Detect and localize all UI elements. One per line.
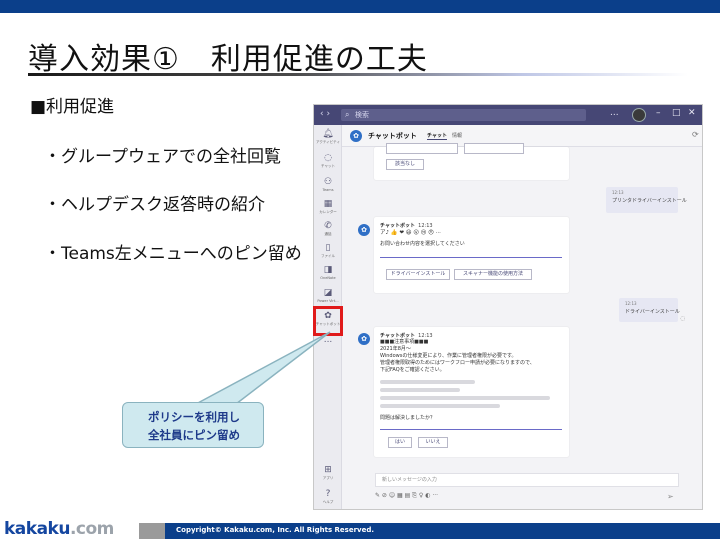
blurred-link — [380, 388, 460, 392]
reaction-bar[interactable]: ア♪ 👍 ❤ 😆 😮 😢 😠 ··· — [380, 230, 441, 237]
seen-icon: ◌ — [680, 315, 686, 322]
blurred-link — [380, 396, 550, 400]
resolution-question: 問題は解決しましたか？ — [380, 415, 436, 421]
bell-icon: 🔔︎ — [322, 129, 334, 139]
yes-button[interactable]: はい — [388, 437, 412, 448]
callout-line-1: ポリシーを利用し — [148, 410, 240, 424]
copyright-text: Copyright© Kakaku.com, Inc. All Rights R… — [176, 526, 375, 534]
bot-message-card: チャットボット 12:13 ア♪ 👍 ❤ 😆 😮 😢 😠 ··· お問い合わせ内… — [374, 217, 569, 293]
rail-item-teams[interactable]: ⚇ Teams — [314, 177, 342, 193]
rail-item-activity[interactable]: 🔔︎ アクティビティ — [314, 129, 342, 145]
message-line: 管理者権限取得のためにはワークフロー申請が必要になりますので、 — [380, 360, 535, 366]
chatbot-avatar-icon: ✿ — [358, 224, 370, 236]
search-placeholder: 検索 — [355, 111, 369, 119]
message-text: プリンタドライバーインストール — [612, 198, 687, 204]
scanner-usage-button[interactable]: スキャナー機能の使用方法 — [454, 269, 532, 280]
minimize-icon[interactable]: – — [656, 108, 661, 118]
tab-info[interactable]: 情報 — [452, 132, 462, 139]
message-line: 下記FAQをご確認ください。 — [380, 367, 445, 373]
more-icon: ... — [323, 335, 333, 345]
compose-toolbar-icons[interactable]: ✎ ⊘ ☺ ▦ ▤ ⎘ ♀ ◐ ··· — [375, 492, 495, 502]
bot-card-previous: 該当なし — [374, 143, 569, 180]
onenote-icon: ◨ — [323, 265, 333, 275]
rail-item-onenote[interactable]: ◨ OneNote — [314, 265, 342, 281]
refresh-icon[interactable]: ⟳ — [692, 130, 699, 139]
bullet-teams-pin: ・Teams左メニューへのピン留め — [44, 244, 302, 264]
help-icon: ? — [325, 489, 331, 499]
no-button[interactable]: いいえ — [418, 437, 448, 448]
bullet-helpdesk: ・ヘルプデスク返答時の紹介 — [44, 195, 265, 215]
message-compose-input[interactable]: 新しいメッセージの入力 — [375, 473, 679, 487]
file-icon: ▯ — [325, 243, 331, 253]
rail-item-power-virtual-agents[interactable]: ◪ Power Virt... — [314, 288, 342, 304]
driver-install-button[interactable]: ドライバーインストール — [386, 269, 450, 280]
rail-item-chat[interactable]: ◌ チャット — [314, 153, 342, 169]
rail-item-apps[interactable]: ⊞ アプリ — [314, 465, 342, 481]
rail-item-help[interactable]: ? ヘルプ — [314, 489, 342, 505]
calendar-icon: ▦ — [323, 199, 333, 209]
maximize-icon[interactable]: □ — [672, 108, 681, 118]
nav-arrows[interactable]: ‹ › — [320, 109, 330, 119]
callout-box: ポリシーを利用し 全社員にピン留め — [122, 402, 264, 448]
message-line: 2021年8月～ — [380, 346, 411, 352]
message-line: Windowsの仕様変更により、作業に管理者権限が必要です。 — [380, 353, 517, 359]
message-time: 12:13 — [625, 301, 637, 306]
power-virtual-agents-icon: ◪ — [323, 288, 333, 298]
card-divider — [380, 429, 562, 430]
rail-item-more[interactable]: ... — [314, 335, 342, 346]
slide-title: 導入効果① 利用促進の工夫 — [28, 42, 428, 77]
blurred-link — [380, 404, 500, 408]
phone-icon: ✆ — [324, 221, 332, 231]
kakaku-logo: kakaku.com — [4, 519, 114, 539]
callout-line-2: 全社員にピン留め — [148, 428, 240, 442]
message-sender: チャットボット 12:13 — [380, 223, 433, 229]
chat-icon: ◌ — [324, 153, 332, 163]
card-option-button[interactable] — [386, 143, 458, 154]
sent-message: 12:13 プリンタドライバーインストール — [606, 187, 687, 213]
bullet-groupware: ・グループウェアでの全社回覧 — [44, 147, 281, 167]
teams-window: ‹ › ⌕ 検索 ... – □ ✕ 🔔︎ アクティビティ ◌ チャット ⚇ Team… — [313, 104, 703, 510]
sent-message: 12:13 ドライバーインストール — [619, 298, 680, 322]
rail-item-calendar[interactable]: ▦ カレンダー — [314, 199, 342, 215]
title-underline — [28, 73, 688, 76]
chatbot-avatar-icon: ✿ — [358, 333, 370, 345]
search-input[interactable]: ⌕ 検索 — [341, 109, 586, 121]
tab-chat[interactable]: チャット — [427, 132, 447, 140]
send-icon[interactable]: ➢ — [667, 492, 674, 501]
search-icon: ⌕ — [345, 110, 350, 119]
teams-icon: ⚇ — [323, 177, 333, 187]
blurred-link — [380, 380, 475, 384]
rail-item-files[interactable]: ▯ ファイル — [314, 243, 342, 259]
message-text: お問い合わせ内容を選択してください — [380, 241, 465, 247]
rail-item-calls[interactable]: ✆ 通話 — [314, 221, 342, 237]
chat-title: チャットボット — [368, 132, 417, 140]
card-divider — [380, 257, 562, 258]
bot-message-card: チャットボット 12:13 ■■■注意事項■■■ 2021年8月～ Window… — [374, 327, 569, 457]
footer-accent-block — [139, 523, 165, 539]
more-options-button[interactable]: ... — [610, 108, 619, 118]
section-heading: ■利用促進 — [30, 97, 115, 117]
avatar[interactable] — [632, 108, 646, 122]
notice-heading: ■■■注意事項■■■ — [380, 339, 429, 345]
apps-icon: ⊞ — [324, 465, 332, 475]
message-sender: チャットボット 12:13 — [380, 333, 433, 339]
message-text: ドライバーインストール — [625, 309, 680, 315]
none-applicable-button[interactable]: 該当なし — [386, 159, 424, 170]
card-option-button[interactable] — [464, 143, 524, 154]
teams-titlebar: ‹ › ⌕ 検索 ... – □ ✕ — [314, 105, 702, 125]
chatbot-highlight-box — [313, 306, 343, 336]
top-brand-bar — [0, 0, 720, 13]
chatbot-logo-icon: ✿ — [350, 130, 362, 142]
message-time: 12:13 — [612, 190, 624, 195]
close-icon[interactable]: ✕ — [688, 108, 696, 118]
